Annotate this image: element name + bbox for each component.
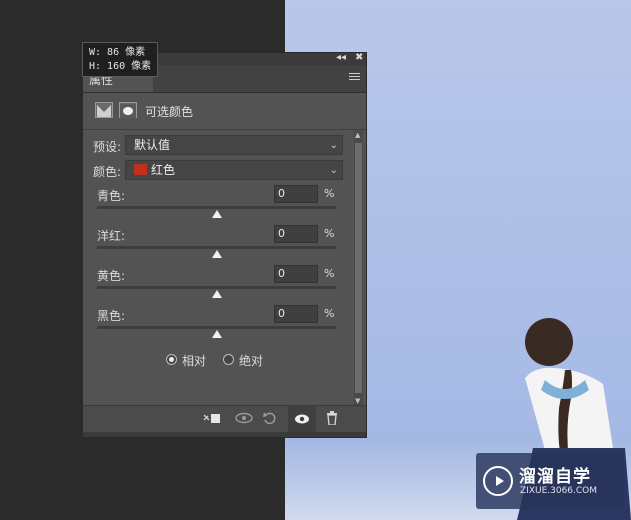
black-unit: % bbox=[324, 307, 335, 320]
visibility-icon bbox=[295, 414, 309, 424]
yellow-unit: % bbox=[324, 267, 335, 280]
watermark-title: 溜溜自学 bbox=[519, 467, 591, 487]
clip-to-layer-icon[interactable] bbox=[203, 411, 221, 428]
adjustment-layer-icon[interactable] bbox=[95, 102, 113, 118]
layer-mask-icon[interactable] bbox=[119, 102, 137, 118]
black-slider-track[interactable] bbox=[97, 326, 336, 329]
collapse-panel-icon[interactable]: ◂◂ bbox=[336, 52, 346, 63]
relative-radio[interactable] bbox=[166, 354, 177, 365]
chevron-down-icon: ⌄ bbox=[329, 140, 338, 151]
adjustment-title: 可选颜色 bbox=[145, 105, 194, 119]
visibility-toggle[interactable] bbox=[288, 406, 316, 432]
colors-select[interactable]: 红色 ⌄ bbox=[125, 160, 343, 180]
watermark-subtitle: ZIXUE.3066.COM bbox=[520, 486, 598, 496]
absolute-label: 绝对 bbox=[239, 354, 264, 368]
tooltip-height: H: 160 像素 bbox=[89, 61, 152, 72]
yellow-label: 黄色: bbox=[97, 269, 126, 283]
colors-label: 颜色: bbox=[93, 165, 122, 179]
properties-panel: ◂◂ ✖ 属性 可选颜色 预设: 默认值 ⌄ 颜色: 红色 ⌄ 青色: 0 % … bbox=[82, 52, 367, 438]
scroll-down-icon[interactable]: ▼ bbox=[355, 397, 360, 405]
relative-label: 相对 bbox=[182, 354, 207, 368]
cyan-slider-track[interactable] bbox=[97, 206, 336, 209]
yellow-value-field[interactable]: 0 bbox=[274, 265, 318, 283]
preset-value: 默认值 bbox=[134, 138, 171, 152]
black-slider-thumb[interactable] bbox=[211, 330, 222, 338]
scroll-up-icon[interactable]: ▲ bbox=[355, 131, 360, 139]
absolute-radio[interactable] bbox=[223, 354, 234, 365]
adjustment-header: 可选颜色 bbox=[83, 93, 366, 130]
magenta-value-field[interactable]: 0 bbox=[274, 225, 318, 243]
panel-resize-grip[interactable] bbox=[83, 432, 366, 437]
scrollbar-thumb[interactable] bbox=[355, 143, 362, 393]
cyan-value-field[interactable]: 0 bbox=[274, 185, 318, 203]
magenta-unit: % bbox=[324, 227, 335, 240]
tooltip-width: W: 86 像素 bbox=[89, 47, 146, 58]
cyan-slider-thumb[interactable] bbox=[211, 210, 222, 218]
view-previous-icon[interactable] bbox=[234, 411, 254, 428]
trash-icon[interactable] bbox=[326, 411, 338, 428]
color-swatch bbox=[134, 164, 147, 175]
magenta-slider-track[interactable] bbox=[97, 246, 336, 249]
play-logo-icon bbox=[483, 466, 513, 496]
preset-select[interactable]: 默认值 ⌄ bbox=[125, 135, 343, 155]
yellow-slider-thumb[interactable] bbox=[211, 290, 222, 298]
reset-icon[interactable] bbox=[262, 411, 278, 428]
watermark-logo: 溜溜自学 ZIXUE.3066.COM bbox=[476, 453, 623, 509]
black-label: 黑色: bbox=[97, 309, 126, 323]
cyan-label: 青色: bbox=[97, 189, 126, 203]
panel-scrollbar[interactable]: ▲ ▼ bbox=[354, 131, 363, 407]
dimension-tooltip: W: 86 像素 H: 160 像素 bbox=[82, 42, 158, 77]
colors-value: 红色 bbox=[151, 163, 176, 177]
panel-menu-icon[interactable] bbox=[349, 73, 360, 83]
magenta-slider-thumb[interactable] bbox=[211, 250, 222, 258]
chevron-down-icon: ⌄ bbox=[329, 165, 338, 176]
panel-footer bbox=[83, 405, 366, 432]
cyan-unit: % bbox=[324, 187, 335, 200]
preset-label: 预设: bbox=[93, 140, 122, 154]
magenta-label: 洋红: bbox=[97, 229, 126, 243]
close-panel-icon[interactable]: ✖ bbox=[355, 52, 363, 63]
black-value-field[interactable]: 0 bbox=[274, 305, 318, 323]
yellow-slider-track[interactable] bbox=[97, 286, 336, 289]
